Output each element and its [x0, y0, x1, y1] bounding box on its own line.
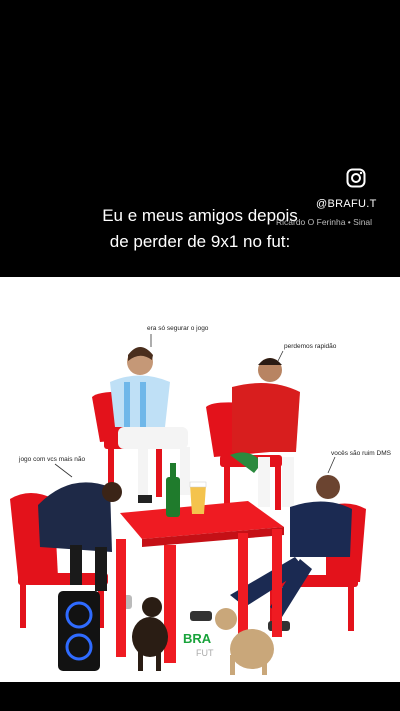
meme-caption: Eu e meus amigos depois de perder de 9x1…	[0, 203, 400, 255]
bottom-bar	[0, 682, 400, 711]
label-jogo-com-vcs: jogo com vcs mais não	[19, 456, 86, 463]
dog-black	[132, 597, 168, 671]
caption-line-2: de perder de 9x1 no fut:	[109, 232, 291, 251]
music-credit: Ricardo O Ferinha • Sinal	[276, 217, 373, 227]
label-perdemos-rapidao: perdemos rapidão	[284, 343, 337, 350]
beer-glass	[189, 481, 207, 514]
instagram-icon[interactable]	[346, 168, 366, 188]
brafut-logo-sub: FUT	[196, 648, 214, 658]
beer-bottle	[166, 463, 180, 517]
header-area: @BRAFU.T Eu e meus amigos depois de perd…	[0, 0, 400, 277]
scene-illustration	[10, 334, 366, 675]
player-portugal	[230, 358, 300, 507]
meme-image: era só segurar o jogo perdemos rapidão j…	[0, 277, 400, 682]
player-france	[190, 475, 352, 631]
brafut-logo: BRA	[183, 631, 212, 646]
speaker-icon	[58, 591, 100, 671]
label-era-so-segurar: era só segurar o jogo	[147, 325, 209, 332]
label-voces-sao-ruim: vocês são ruim DMS	[331, 450, 391, 457]
